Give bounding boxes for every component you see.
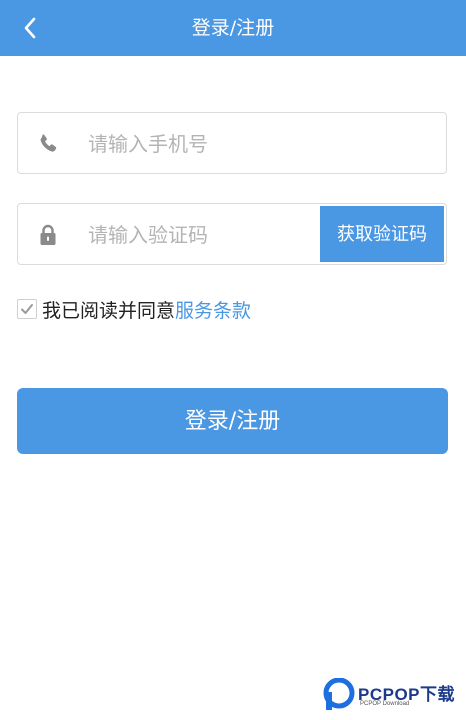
login-register-button[interactable]: 登录/注册 [17, 388, 448, 454]
pcpop-logo-icon [323, 678, 355, 710]
watermark: PCPOP下载 PCPOP Download [322, 676, 462, 716]
watermark-subtitle: PCPOP Download [360, 701, 410, 707]
phone-field [17, 112, 447, 174]
agreement-checkbox[interactable] [17, 299, 37, 319]
login-page: 登录/注册 获取验证码 我已阅读并同意 服务条款 登录/注册 [0, 0, 466, 720]
phone-icon [40, 134, 57, 152]
terms-link[interactable]: 服务条款 [175, 296, 251, 323]
get-code-button[interactable]: 获取验证码 [320, 206, 444, 262]
agreement-text: 我已阅读并同意 [42, 299, 176, 322]
verification-code-input[interactable] [86, 214, 310, 256]
page-title: 登录/注册 [191, 17, 275, 39]
agreement-row: 我已阅读并同意 服务条款 [17, 296, 251, 322]
phone-input[interactable] [86, 123, 430, 165]
checkmark-icon [21, 304, 33, 314]
verification-code-field: 获取验证码 [17, 203, 447, 265]
app-header: 登录/注册 [0, 0, 466, 56]
lock-icon [40, 224, 56, 245]
